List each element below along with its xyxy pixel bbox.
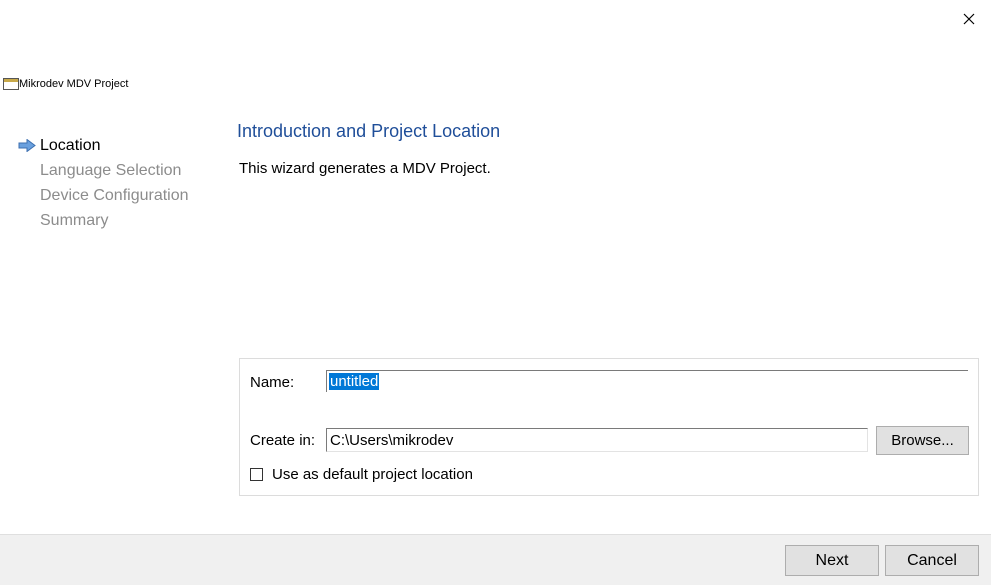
- step-location: Location: [18, 133, 189, 158]
- create-in-value: C:\Users\mikrodev: [330, 431, 454, 449]
- create-in-input[interactable]: C:\Users\mikrodev: [326, 428, 868, 452]
- close-button[interactable]: [955, 6, 983, 32]
- default-location-label: Use as default project location: [272, 466, 473, 483]
- step-label: Location: [40, 136, 101, 154]
- name-input[interactable]: untitled: [326, 370, 968, 392]
- step-label: Summary: [40, 211, 109, 229]
- name-label: Name:: [250, 374, 295, 391]
- browse-button[interactable]: Browse...: [876, 426, 969, 455]
- step-device-configuration: Device Configuration: [18, 183, 189, 208]
- project-location-form: Name: untitled Create in: C:\Users\mikro…: [239, 358, 979, 496]
- wizard-footer: Next Cancel: [0, 534, 991, 585]
- window-title-bar: Mikrodev MDV Project: [3, 76, 128, 92]
- step-summary: Summary: [18, 208, 189, 233]
- page-heading: Introduction and Project Location: [237, 121, 501, 141]
- step-language-selection: Language Selection: [18, 158, 189, 183]
- default-location-checkbox[interactable]: [250, 468, 263, 481]
- step-label: Language Selection: [40, 161, 182, 179]
- name-input-value: untitled: [329, 373, 380, 390]
- window-title: Mikrodev MDV Project: [19, 78, 129, 90]
- window-icon: [3, 77, 19, 91]
- wizard-steps: Location Language Selection Device Confi…: [18, 133, 189, 233]
- arrow-right-icon: [18, 139, 36, 152]
- page-description: This wizard generates a MDV Project.: [239, 160, 491, 177]
- cancel-button[interactable]: Cancel: [885, 545, 979, 576]
- create-in-label: Create in:: [250, 432, 316, 449]
- step-label: Device Configuration: [40, 186, 189, 204]
- next-button[interactable]: Next: [785, 545, 879, 576]
- default-location-checkbox-row[interactable]: Use as default project location: [250, 466, 473, 483]
- close-icon: [963, 13, 975, 25]
